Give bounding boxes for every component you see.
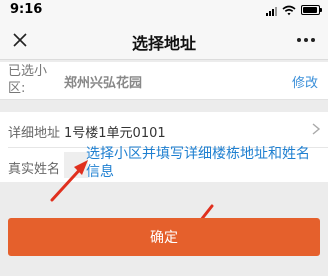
battery-icon [301,5,322,15]
real-name-input[interactable] [64,152,88,178]
detail-address-label: 详细地址 [8,126,61,141]
status-icons [266,4,322,16]
annotation-text: 选择小区并填写详细楼栋地址和姓名信息 [86,146,310,180]
community-value: 郑州兴弘花园 [64,76,143,91]
status-bar: 9:16 [0,0,328,20]
nav-bar: 选择地址 [0,20,328,60]
signal-icon [266,5,277,16]
more-icon-dot [311,38,315,42]
battery-fill [303,7,317,13]
more-button[interactable] [294,30,318,50]
more-icon-dot [304,38,308,42]
real-name-label: 真实姓名 [8,162,61,177]
status-time: 9:16 [10,2,43,17]
page-title: 选择地址 [131,34,196,53]
more-icon-dot [297,38,301,42]
detail-address-value[interactable]: 1号楼1单元0101 [64,122,166,141]
chevron-right-icon[interactable] [310,122,322,136]
confirm-button[interactable]: 确定 [8,218,320,256]
community-row: 已选小区: 郑州兴弘花园 修改 [0,62,328,100]
modify-link[interactable]: 修改 [292,72,318,91]
wifi-icon [282,5,296,15]
community-label: 已选小区: [8,64,48,96]
